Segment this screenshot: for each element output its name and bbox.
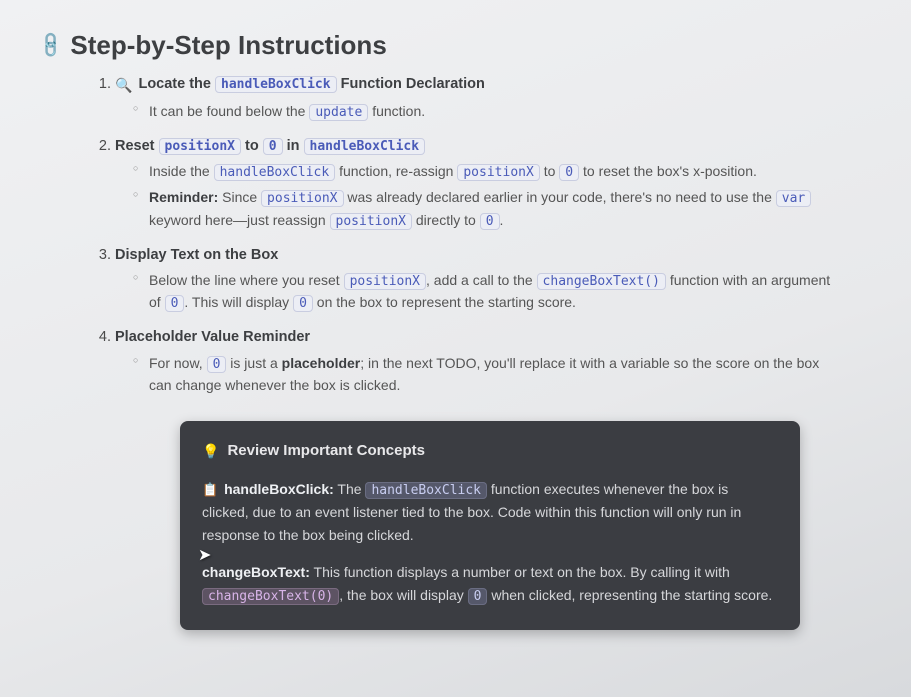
code-zero-dark: 0 bbox=[468, 588, 488, 605]
code-changeBoxText-call: changeBoxText(0) bbox=[202, 588, 339, 605]
callout-title: Review Important Concepts bbox=[227, 439, 425, 464]
step-1-sub-1: It can be found below the update functio… bbox=[133, 101, 831, 123]
magnifier-icon: 🔍 bbox=[115, 75, 132, 97]
placeholder-strong: placeholder bbox=[282, 355, 361, 371]
code-zero: 0 bbox=[559, 164, 579, 181]
code-positionX: positionX bbox=[330, 213, 412, 230]
code-zero: 0 bbox=[480, 213, 500, 230]
code-changeBoxText: changeBoxText() bbox=[537, 273, 666, 290]
code-handleBoxClick: handleBoxClick bbox=[215, 76, 337, 93]
callout-para-2: changeBoxText: This function displays a … bbox=[202, 561, 778, 608]
step-1-title-b: Function Declaration bbox=[337, 76, 485, 92]
step-1-title-a: Locate the bbox=[138, 76, 215, 92]
callout-header: 💡 Review Important Concepts bbox=[202, 439, 778, 464]
code-handleBoxClick: handleBoxClick bbox=[214, 164, 336, 181]
reminder-label: Reminder: bbox=[149, 189, 218, 205]
step-3: Display Text on the Box Below the line w… bbox=[115, 244, 831, 315]
code-zero: 0 bbox=[293, 295, 313, 312]
code-zero: 0 bbox=[165, 295, 185, 312]
step-2-sub-1: Inside the handleBoxClick function, re-a… bbox=[133, 161, 831, 183]
step-4-title: Placeholder Value Reminder bbox=[115, 329, 310, 345]
step-2-sub-2: Reminder: Since positionX was already de… bbox=[133, 187, 831, 231]
link-icon: 🔗 bbox=[36, 30, 67, 61]
callout-p1-label: handleBoxClick: bbox=[224, 481, 334, 497]
clipboard-icon: 📋 bbox=[202, 479, 218, 500]
review-callout: ➤ 💡 Review Important Concepts 📋 handleBo… bbox=[180, 421, 800, 630]
code-positionX: positionX bbox=[344, 273, 426, 290]
code-update: update bbox=[309, 104, 368, 121]
lightbulb-icon: 💡 bbox=[202, 440, 219, 463]
code-handleBoxClick-dark: handleBoxClick bbox=[365, 482, 487, 499]
callout-p2-label: changeBoxText: bbox=[202, 564, 310, 580]
instructions-list: 🔍 Locate the handleBoxClick Function Dec… bbox=[95, 73, 871, 397]
code-var: var bbox=[776, 190, 811, 207]
code-zero: 0 bbox=[263, 138, 283, 155]
code-handleBoxClick: handleBoxClick bbox=[304, 138, 426, 155]
code-positionX: positionX bbox=[457, 164, 539, 181]
step-3-title: Display Text on the Box bbox=[115, 247, 278, 263]
code-positionX: positionX bbox=[159, 138, 241, 155]
section-heading: 🔗 Step-by-Step Instructions bbox=[40, 30, 871, 61]
step-3-sub-1: Below the line where you reset positionX… bbox=[133, 270, 831, 314]
step-4: Placeholder Value Reminder For now, 0 is… bbox=[115, 326, 831, 396]
step-2: Reset positionX to 0 in handleBoxClick I… bbox=[115, 135, 831, 232]
page-title: Step-by-Step Instructions bbox=[70, 30, 386, 61]
step-1: 🔍 Locate the handleBoxClick Function Dec… bbox=[115, 73, 831, 123]
callout-para-1: 📋 handleBoxClick: The handleBoxClick fun… bbox=[202, 478, 778, 548]
code-zero: 0 bbox=[207, 356, 227, 373]
step-4-sub-1: For now, 0 is just a placeholder; in the… bbox=[133, 353, 831, 397]
code-positionX: positionX bbox=[261, 190, 343, 207]
